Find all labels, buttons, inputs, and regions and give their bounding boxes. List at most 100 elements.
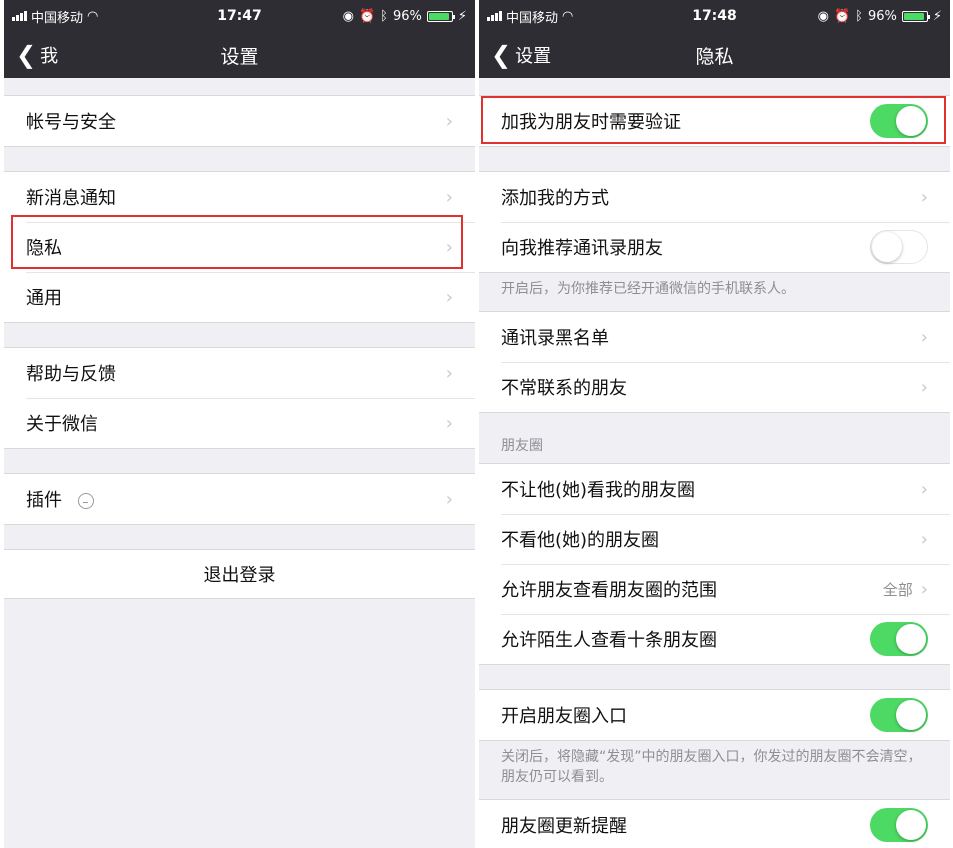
- privacy-group-contacts: 添加我的方式 › 向我推荐通讯录朋友: [479, 171, 950, 273]
- privacy-item-hide-moments[interactable]: 不看他(她)的朋友圈 ›: [479, 514, 950, 564]
- privacy-item-label: 不常联系的朋友: [501, 378, 627, 399]
- bluetooth-icon: ᛒ: [855, 8, 863, 24]
- signal-icon: [12, 11, 27, 21]
- privacy-item-rare-contacts[interactable]: 不常联系的朋友 ›: [479, 362, 950, 412]
- recommend-footnote: 开启后，为你推荐已经开通微信的手机联系人。: [501, 281, 795, 297]
- chevron-right-icon: ›: [445, 362, 453, 384]
- stranger-view-toggle[interactable]: [870, 622, 928, 656]
- back-button[interactable]: ❮ 设置: [491, 32, 551, 78]
- back-label: 设置: [515, 46, 552, 67]
- alarm-icon: ⏰: [358, 8, 376, 24]
- privacy-item-add-verify: 加我为朋友时需要验证: [479, 96, 950, 146]
- battery-icon: [426, 10, 455, 22]
- battery-percent: 96%: [392, 8, 422, 24]
- chevron-right-icon: ›: [920, 528, 928, 550]
- moments-section-header: 朋友圈: [501, 438, 543, 454]
- chevron-right-icon: ›: [445, 412, 453, 434]
- privacy-group-verify: 加我为朋友时需要验证: [479, 95, 950, 147]
- nav-bar: ❮ 我 设置: [4, 32, 475, 78]
- moments-entry-footnote: 关闭后，将隐藏“发现”中的朋友圈入口，你发过的朋友圈不会清空，朋友仍可以看到。: [501, 749, 922, 785]
- charging-icon: ⚡: [457, 8, 467, 24]
- privacy-item-add-methods[interactable]: 添加我的方式 ›: [479, 172, 950, 222]
- settings-item-label: 通用: [26, 288, 62, 309]
- back-label: 我: [40, 46, 59, 67]
- settings-item-help-feedback[interactable]: 帮助与反馈 ›: [4, 348, 475, 398]
- wifi-icon: ◠: [87, 8, 99, 24]
- chevron-right-icon: ›: [445, 286, 453, 308]
- plugin-icon: [77, 493, 94, 509]
- settings-item-plugins[interactable]: 插件 ›: [4, 474, 475, 524]
- moments-entry-toggle[interactable]: [870, 698, 928, 732]
- settings-group-account: 帐号与安全 ›: [4, 95, 475, 147]
- chevron-right-icon: ›: [920, 186, 928, 208]
- privacy-item-label: 通讯录黑名单: [501, 328, 609, 349]
- status-bar: 中国移动 ◠ 17:47 ◉ ⏰ ᛒ 96% ⚡: [4, 0, 475, 32]
- privacy-item-label: 朋友圈更新提醒: [501, 816, 627, 837]
- privacy-item-label: 不看他(她)的朋友圈: [501, 530, 660, 551]
- chevron-left-icon: ❮: [16, 41, 37, 69]
- settings-item-label: 帮助与反馈: [26, 364, 116, 385]
- moments-range-value: 全部: [882, 580, 913, 599]
- carrier-label: 中国移动: [31, 10, 84, 26]
- privacy-group-blocking: 通讯录黑名单 › 不常联系的朋友 ›: [479, 311, 950, 413]
- recommend-contacts-toggle[interactable]: [870, 230, 928, 264]
- wifi-icon: ◠: [562, 8, 574, 24]
- battery-icon: [901, 10, 930, 22]
- alarm-icon: ⏰: [833, 8, 851, 24]
- chevron-right-icon: ›: [920, 478, 928, 500]
- charging-icon: ⚡: [932, 8, 942, 24]
- status-bar: 中国移动 ◠ 17:48 ◉ ⏰ ᛒ 96% ⚡: [479, 0, 950, 32]
- privacy-group-moments-entry: 开启朋友圈入口: [479, 689, 950, 741]
- privacy-item-stranger-view: 允许陌生人查看十条朋友圈: [479, 614, 950, 664]
- settings-item-label: 插件: [26, 490, 62, 511]
- bluetooth-icon: ᛒ: [380, 8, 388, 24]
- privacy-item-label: 开启朋友圈入口: [501, 706, 627, 727]
- settings-item-notifications[interactable]: 新消息通知 ›: [4, 172, 475, 222]
- chevron-right-icon: ›: [445, 236, 453, 258]
- signal-icon: [487, 11, 502, 21]
- settings-item-general[interactable]: 通用 ›: [4, 272, 475, 322]
- battery-percent: 96%: [867, 8, 897, 24]
- privacy-item-label: 允许陌生人查看十条朋友圈: [501, 630, 717, 651]
- privacy-item-moments-entry: 开启朋友圈入口: [479, 690, 950, 740]
- add-verify-toggle[interactable]: [870, 104, 928, 138]
- privacy-item-label: 添加我的方式: [501, 188, 609, 209]
- chevron-left-icon: ❮: [491, 41, 512, 69]
- chevron-right-icon: ›: [920, 578, 928, 600]
- settings-group-main: 新消息通知 › 隐私 › 通用 ›: [4, 171, 475, 323]
- privacy-item-moments-updates: 朋友圈更新提醒: [479, 800, 950, 848]
- privacy-item-recommend-contacts: 向我推荐通讯录朋友: [479, 222, 950, 272]
- page-title: 设置: [220, 45, 259, 68]
- back-button[interactable]: ❮ 我: [16, 32, 58, 78]
- orientation-lock-icon: ◉: [342, 8, 354, 24]
- settings-item-account-security[interactable]: 帐号与安全 ›: [4, 96, 475, 146]
- logout-button[interactable]: 退出登录: [4, 549, 475, 599]
- carrier-label: 中国移动: [506, 10, 559, 26]
- chevron-right-icon: ›: [920, 326, 928, 348]
- privacy-item-label: 不让他(她)看我的朋友圈: [501, 480, 696, 501]
- privacy-screen: 中国移动 ◠ 17:48 ◉ ⏰ ᛒ 96% ⚡ ❮ 设置 隐私 加我为朋友时需…: [479, 0, 950, 848]
- settings-item-label: 关于微信: [26, 414, 98, 435]
- privacy-item-label: 允许朋友查看朋友圈的范围: [501, 580, 717, 601]
- chevron-right-icon: ›: [445, 488, 453, 510]
- settings-item-privacy[interactable]: 隐私 ›: [4, 222, 475, 272]
- settings-item-about[interactable]: 关于微信 ›: [4, 398, 475, 448]
- privacy-item-label: 加我为朋友时需要验证: [501, 112, 681, 133]
- chevron-right-icon: ›: [920, 376, 928, 398]
- chevron-right-icon: ›: [445, 110, 453, 132]
- orientation-lock-icon: ◉: [817, 8, 829, 24]
- privacy-item-moments-range[interactable]: 允许朋友查看朋友圈的范围 全部 ›: [479, 564, 950, 614]
- settings-item-label: 帐号与安全: [26, 112, 116, 133]
- privacy-item-label: 向我推荐通讯录朋友: [501, 238, 663, 259]
- chevron-right-icon: ›: [445, 186, 453, 208]
- privacy-item-block-view[interactable]: 不让他(她)看我的朋友圈 ›: [479, 464, 950, 514]
- settings-item-label: 隐私: [26, 238, 62, 259]
- settings-group-plugins: 插件 ›: [4, 473, 475, 525]
- privacy-group-moments: 不让他(她)看我的朋友圈 › 不看他(她)的朋友圈 › 允许朋友查看朋友圈的范围…: [479, 463, 950, 665]
- settings-item-label: 新消息通知: [26, 188, 116, 209]
- moments-updates-toggle[interactable]: [870, 808, 928, 842]
- privacy-item-blacklist[interactable]: 通讯录黑名单 ›: [479, 312, 950, 362]
- settings-screen: 中国移动 ◠ 17:47 ◉ ⏰ ᛒ 96% ⚡ ❮ 我 设置 帐号与安全 › …: [4, 0, 475, 848]
- settings-group-help: 帮助与反馈 › 关于微信 ›: [4, 347, 475, 449]
- privacy-group-moments-updates: 朋友圈更新提醒: [479, 799, 950, 848]
